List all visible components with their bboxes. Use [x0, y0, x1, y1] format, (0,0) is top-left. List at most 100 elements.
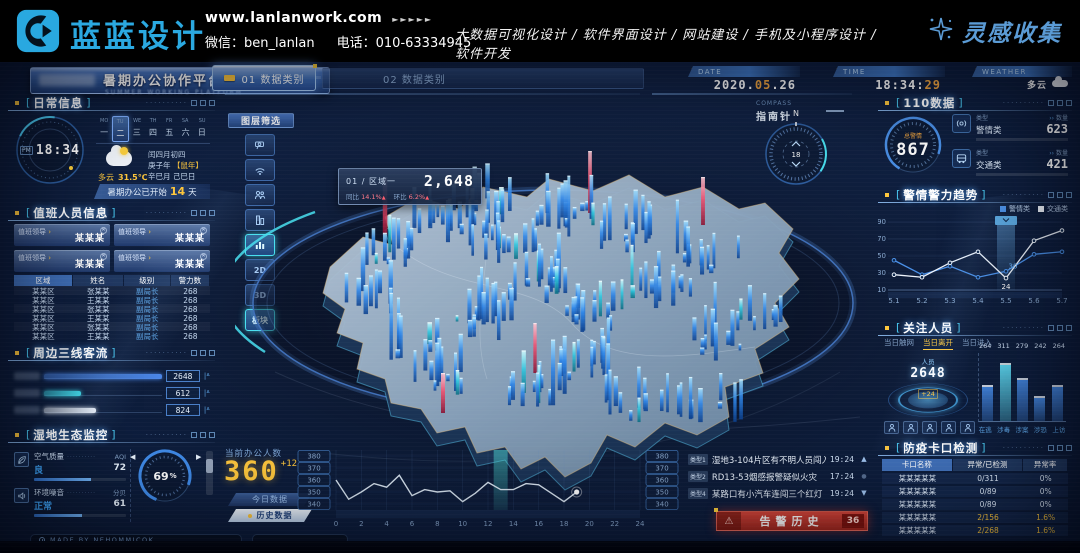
checkpoint-row[interactable]: 某某某某某0/3110%: [882, 473, 1068, 484]
checkpoint-row[interactable]: 某某某某某2/1561.6%: [882, 512, 1068, 523]
column-header[interactable]: 级别: [124, 275, 170, 286]
weekday-su[interactable]: SU日: [194, 116, 210, 142]
tab-data-category-2[interactable]: 02 数据类别: [322, 68, 644, 89]
alert-item[interactable]: 类型4某路口有小汽车连闯三个红灯19:24: [688, 487, 854, 500]
minimize-icon[interactable]: [1048, 325, 1054, 331]
cell: 268: [171, 332, 210, 341]
minimize-icon[interactable]: [1048, 100, 1054, 106]
window-icon[interactable]: [1057, 100, 1063, 106]
sparkle-icon: [928, 16, 954, 46]
svg-text:8: 8: [435, 520, 439, 528]
column-header[interactable]: 姓名: [73, 275, 123, 286]
corner-accent: [15, 351, 19, 355]
checkpoint-row[interactable]: 某某某某某0/890%: [882, 486, 1068, 497]
weekday-sa[interactable]: SA六: [177, 116, 193, 142]
services-list: 大数据可视化设计 / 软件界面设计 / 网站建设 / 手机及小程序设计 / 软件…: [455, 24, 895, 62]
focus-bar[interactable]: [982, 385, 993, 421]
wechat-contact: 微信：ben_lanlan: [205, 36, 315, 51]
expand-icon[interactable]: [209, 350, 215, 356]
duty-leader-card[interactable]: 值班领导✕某某某: [114, 250, 210, 272]
focus-bar[interactable]: [1000, 363, 1011, 421]
cell: 268: [171, 296, 210, 305]
gauge-right-arrow[interactable]: ▶: [196, 453, 201, 461]
svg-text:90: 90: [878, 218, 886, 226]
noise-metric: 环境噪音··········分贝 正常61: [14, 487, 126, 517]
scroll-up-icon[interactable]: ▲: [858, 453, 870, 466]
type-name: 交通类: [976, 159, 1002, 171]
alert-item[interactable]: 类型1湿地3-104片区有不明人员闯入19:24: [688, 453, 854, 466]
panel-110-data: [ 110数据] ·········· 总警情 867 类型›› 数量警情类62…: [878, 95, 1072, 185]
expand-icon[interactable]: [1066, 100, 1072, 106]
minimize-icon[interactable]: [191, 432, 197, 438]
checkpoint-table: 卡口名称 异常/已检测 异常率 某某某某某0/3110%某某某某某0/890%某…: [882, 459, 1068, 536]
alert-item[interactable]: 类型2RD13-53烟感报警疑似火灾17:24: [688, 470, 854, 483]
minimize-icon[interactable]: [191, 100, 197, 106]
bus-icon: [952, 149, 971, 168]
focus-bar[interactable]: [1034, 396, 1045, 421]
inspiration-collect[interactable]: 灵感收集: [928, 14, 1062, 48]
minimize-icon[interactable]: [191, 350, 197, 356]
window-icon[interactable]: [200, 432, 206, 438]
focus-category-icon-3[interactable]: [922, 421, 937, 434]
focus-bar[interactable]: [1017, 378, 1028, 421]
alert-history-button[interactable]: ⚠ 告警历史 36: [716, 511, 868, 531]
window-icon[interactable]: [1057, 325, 1063, 331]
weekday-tu[interactable]: TU二: [112, 116, 128, 142]
duty-table-row[interactable]: 某某区张某某副局长268: [14, 304, 210, 313]
minimize-icon[interactable]: [1048, 192, 1054, 198]
gauge-left-arrow[interactable]: ◀: [130, 453, 135, 461]
weekday-cn: 五: [161, 127, 177, 138]
window-icon[interactable]: [1057, 192, 1063, 198]
gauge-slider[interactable]: [206, 451, 213, 495]
expand-icon[interactable]: [1066, 325, 1072, 331]
duty-table-row[interactable]: 某某区张某某副局长268: [14, 286, 210, 295]
weekday-fr[interactable]: FR五: [161, 116, 177, 142]
focus-category-icon-5[interactable]: [960, 421, 975, 434]
expand-icon[interactable]: [1066, 445, 1072, 451]
focus-category-icon-2[interactable]: [903, 421, 918, 434]
svg-text:10: 10: [458, 520, 467, 528]
duty-leader-card[interactable]: 值班领导✕某某某: [14, 250, 110, 272]
svg-text:5.3: 5.3: [944, 297, 955, 305]
duty-table-row[interactable]: 某某区张某某副局长268: [14, 322, 210, 331]
duty-leader-card[interactable]: 值班领导✕某某某: [14, 224, 110, 246]
expand-icon[interactable]: [1066, 192, 1072, 198]
focus-category-icon-1[interactable]: [884, 421, 899, 434]
alarm-icon: [952, 114, 971, 133]
focus-platform: 人员 2648 +24: [882, 348, 974, 414]
column-header[interactable]: 警力数: [171, 275, 209, 286]
alert-tag: 类型4: [688, 488, 708, 499]
expand-icon[interactable]: [209, 432, 215, 438]
duty-table-row[interactable]: 某某区王某某副局长268: [14, 313, 210, 322]
panel-daily-info: [ 日常信息] ·········· PM 18:34 MO一TU二WE三TH四…: [8, 95, 215, 203]
window-icon[interactable]: [200, 100, 206, 106]
focus-bar[interactable]: [1052, 385, 1063, 421]
expand-icon[interactable]: [209, 210, 215, 216]
tab-data-category-1[interactable]: 01 数据类别: [212, 65, 316, 91]
window-icon[interactable]: [200, 210, 206, 216]
divider-line: [225, 93, 640, 95]
duty-leader-card[interactable]: 值班领导✕某某某: [114, 224, 210, 246]
website-link[interactable]: www.lanlanwork.com: [205, 10, 382, 26]
weekday-mo[interactable]: MO一: [96, 116, 112, 142]
duty-table-row[interactable]: 某某区王某某副局长268: [14, 295, 210, 304]
scroll-down-icon[interactable]: ▼: [858, 487, 870, 500]
duty-name: 某某某: [75, 257, 105, 270]
focus-category-icon-4[interactable]: [941, 421, 956, 434]
window-icon[interactable]: [200, 350, 206, 356]
weekday-we[interactable]: WE三: [129, 116, 145, 142]
weekday-th[interactable]: TH四: [145, 116, 161, 142]
svg-text:20: 20: [585, 520, 594, 528]
expand-icon[interactable]: [209, 100, 215, 106]
minimize-icon[interactable]: [1048, 445, 1054, 451]
bar-category-label: 上访: [1050, 424, 1068, 434]
duty-table-row[interactable]: 某某区王某某副局长268: [14, 331, 210, 340]
checkpoint-row[interactable]: 某某某某某2/2681.6%: [882, 525, 1068, 536]
window-icon[interactable]: [1057, 445, 1063, 451]
weekday-cn: 日: [194, 127, 210, 138]
speaker-icon: [14, 488, 29, 503]
weekday-en: SA: [178, 118, 193, 123]
checkpoint-row[interactable]: 某某某某某0/890%: [882, 499, 1068, 510]
column-header[interactable]: 区域: [14, 275, 72, 286]
minimize-icon[interactable]: [191, 210, 197, 216]
